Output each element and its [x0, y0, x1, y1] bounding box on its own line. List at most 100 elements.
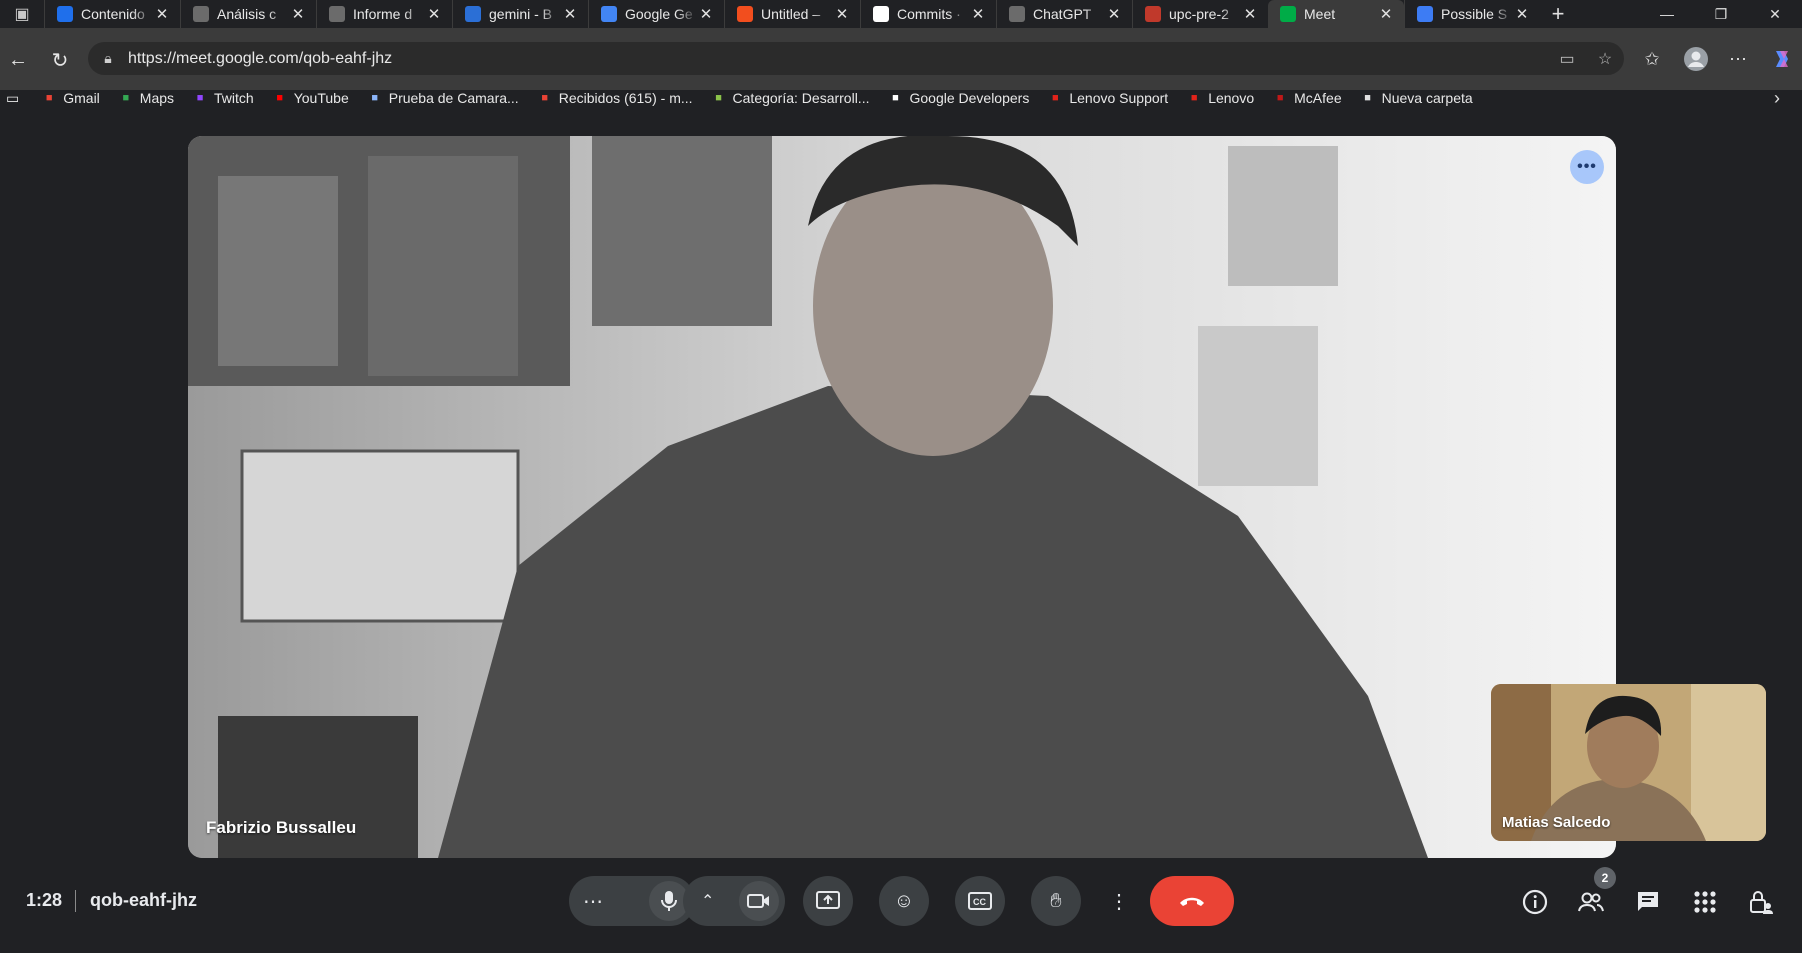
browser-tab[interactable]: gemini - B ✕	[452, 0, 588, 28]
captions-icon: CC	[968, 892, 992, 910]
browser-tab[interactable]: upc-pre-2 ✕	[1132, 0, 1268, 28]
tab-title: upc-pre-2	[1169, 6, 1229, 22]
browser-tab[interactable]: Possible S ✕	[1404, 0, 1540, 28]
audio-options-icon[interactable]: ⋯	[583, 889, 603, 914]
chat-button[interactable]	[1631, 885, 1665, 919]
browser-tab[interactable]: Meet ✕	[1268, 0, 1404, 28]
bookmark-item[interactable]: ■ Maps	[118, 90, 174, 106]
minimize-icon[interactable]: —	[1640, 0, 1694, 28]
close-tab-icon[interactable]: ✕	[290, 5, 306, 23]
bookmarks-bar: ▭ ■ Gmail ■ Maps ■ Twitch ■ YouTube ■ Prueba de C…	[0, 84, 1802, 112]
video-options-icon[interactable]: ⌃	[701, 891, 714, 911]
back-icon[interactable]: ←	[4, 46, 32, 74]
bookmark-item[interactable]: ■ Categoría: Desarroll...	[711, 90, 870, 106]
close-tab-icon[interactable]: ✕	[154, 5, 170, 23]
favorites-icon[interactable]: ✩	[1636, 44, 1668, 74]
tab-title: Commits ·	[897, 6, 961, 22]
browser-tab[interactable]: Google Ge ✕	[588, 0, 724, 28]
chat-icon	[1638, 892, 1658, 911]
bookmark-item[interactable]: ■ Google Developers	[887, 90, 1029, 106]
gmail-icon: ■	[541, 92, 549, 104]
browser-tab[interactable]: ChatGPT ✕	[996, 0, 1132, 28]
bookmark-label: Gmail	[63, 90, 100, 106]
divider	[75, 890, 76, 912]
browser-tab[interactable]: Commits · ✕	[860, 0, 996, 28]
browser-tab[interactable]: Contenido ✕	[44, 0, 180, 28]
main-video-tile[interactable]	[188, 136, 1616, 858]
people-icon	[1578, 892, 1604, 912]
gemini-icon	[601, 6, 617, 22]
self-participant-name: Matias Salcedo	[1502, 814, 1611, 831]
mcafee-icon: ■	[1276, 92, 1284, 104]
close-tab-icon[interactable]: ✕	[834, 5, 850, 23]
bookmark-item[interactable]: ■ Prueba de Camara...	[367, 90, 518, 106]
diamond-icon: ■	[715, 92, 722, 104]
close-window-icon[interactable]: ✕	[1748, 0, 1802, 28]
more-options-button[interactable]: ⋮	[1094, 876, 1144, 926]
url-text[interactable]: https://meet.google.com/qob-eahf-jhz	[128, 50, 1548, 68]
people-button[interactable]	[1574, 885, 1608, 919]
settings-menu-icon[interactable]: ⋯	[1722, 44, 1754, 74]
leave-call-button[interactable]	[1150, 876, 1234, 926]
pdf-icon	[1145, 6, 1161, 22]
a-icon	[57, 6, 73, 22]
bookmark-label: Categoría: Desarroll...	[732, 90, 870, 106]
tab-title: Contenido	[81, 6, 145, 22]
new-tab-button[interactable]: +	[1540, 0, 1576, 28]
close-tab-icon[interactable]: ✕	[970, 5, 986, 23]
reading-list-icon[interactable]: ▭	[6, 90, 19, 107]
close-tab-icon[interactable]: ✕	[1242, 5, 1258, 23]
hand-icon: ✋︎	[1050, 889, 1062, 912]
camera-icon[interactable]	[739, 881, 779, 921]
favorite-star-icon[interactable]: ☆	[1586, 49, 1624, 69]
google-icon: ■	[892, 92, 899, 104]
reload-icon[interactable]: ↻	[46, 46, 74, 74]
present-screen-button[interactable]	[803, 876, 853, 926]
globe-icon: ■	[371, 92, 379, 104]
meet-icon	[1280, 6, 1296, 22]
site-info-icon[interactable]: 🔒︎	[88, 50, 128, 67]
raise-hand-button[interactable]: ✋︎	[1031, 876, 1081, 926]
bookmark-label: Recibidos (615) - m...	[558, 90, 693, 106]
camera-in-use-icon[interactable]: ▭	[1548, 49, 1586, 69]
info-icon	[1522, 889, 1548, 915]
copilot-icon[interactable]	[1766, 44, 1798, 74]
more-vert-icon: ⋮	[1109, 890, 1129, 913]
bookmark-item[interactable]: ■ Lenovo	[1186, 90, 1254, 106]
lock-person-icon	[1750, 891, 1773, 914]
bookmark-item[interactable]: ■ Nueva carpeta	[1360, 90, 1472, 106]
captions-button[interactable]: CC	[955, 876, 1005, 926]
bookmark-item[interactable]: ■ YouTube	[272, 90, 349, 106]
meeting-details-button[interactable]	[1518, 885, 1552, 919]
bookmark-label: YouTube	[293, 90, 349, 106]
profile-avatar[interactable]	[1680, 44, 1712, 74]
close-tab-icon[interactable]: ✕	[426, 5, 442, 23]
browser-tab[interactable]: Untitled – ✕	[724, 0, 860, 28]
openai-icon	[193, 6, 209, 22]
host-controls-button[interactable]	[1744, 885, 1778, 919]
close-tab-icon[interactable]: ✕	[1514, 5, 1530, 23]
tile-options-button[interactable]: •••	[1570, 150, 1604, 184]
reactions-button[interactable]: ☺	[879, 876, 929, 926]
bookmark-item[interactable]: ■ McAfee	[1272, 90, 1342, 106]
bookmarks-overflow-icon[interactable]: ›	[1774, 88, 1780, 109]
bookmark-item[interactable]: ■ Twitch	[192, 90, 254, 106]
present-screen-icon	[816, 891, 840, 909]
tab-title: Meet	[1304, 6, 1336, 22]
audio-controls: ⋯	[569, 876, 695, 926]
activities-button[interactable]	[1688, 885, 1722, 919]
bookmark-item[interactable]: ■ Recibidos (615) - m...	[537, 90, 693, 106]
restore-icon[interactable]: ❐	[1694, 0, 1748, 28]
meeting-time: 1:28	[26, 890, 63, 910]
address-bar[interactable]: 🔒︎ https://meet.google.com/qob-eahf-jhz …	[88, 42, 1624, 75]
workspaces-icon[interactable]: ▣	[0, 0, 44, 28]
bookmark-label: Lenovo	[1208, 90, 1255, 106]
browser-tab[interactable]: Informe d ✕	[316, 0, 452, 28]
close-tab-icon[interactable]: ✕	[1378, 5, 1394, 23]
close-tab-icon[interactable]: ✕	[1106, 5, 1122, 23]
bookmark-item[interactable]: ■ Gmail	[41, 90, 100, 106]
close-tab-icon[interactable]: ✕	[698, 5, 714, 23]
close-tab-icon[interactable]: ✕	[562, 5, 578, 23]
browser-tab[interactable]: Análisis c ✕	[180, 0, 316, 28]
bookmark-item[interactable]: ■ Lenovo Support	[1047, 90, 1168, 106]
